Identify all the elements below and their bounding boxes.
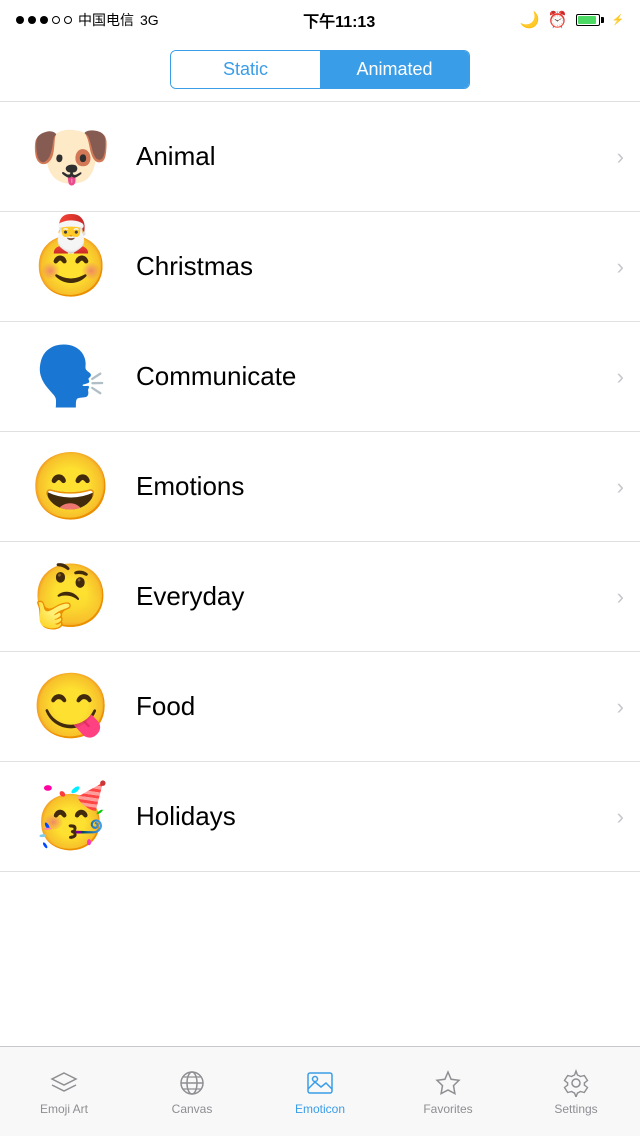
status-left: 中国电信 3G xyxy=(16,10,159,30)
image-icon xyxy=(305,1068,335,1098)
tab-settings-label: Settings xyxy=(554,1102,597,1116)
tab-settings[interactable]: Settings xyxy=(512,1047,640,1136)
tab-emoji-art-label: Emoji Art xyxy=(40,1102,88,1116)
chevron-icon: › xyxy=(617,474,624,500)
list-item[interactable]: 😄 Emotions › xyxy=(0,432,640,542)
network-text: 3G xyxy=(140,12,159,28)
dot-1 xyxy=(16,16,24,24)
animal-label: Animal xyxy=(126,141,609,172)
dot-2 xyxy=(28,16,36,24)
segmented-control-wrapper: Static Animated xyxy=(0,40,640,102)
list-item[interactable]: 🐶 Animal › xyxy=(0,102,640,212)
chevron-icon: › xyxy=(617,254,624,280)
battery-icon xyxy=(576,14,604,26)
holidays-icon: 🥳 xyxy=(16,772,126,862)
status-time: 下午11:13 xyxy=(303,8,375,32)
dot-4 xyxy=(52,16,60,24)
animal-icon: 🐶 xyxy=(16,112,126,202)
static-tab[interactable]: Static xyxy=(171,51,320,88)
dot-5 xyxy=(64,16,72,24)
globe-icon xyxy=(177,1068,207,1098)
animated-tab[interactable]: Animated xyxy=(320,51,469,88)
list-item[interactable]: 😋 Food › xyxy=(0,652,640,762)
emotions-icon: 😄 xyxy=(16,442,126,532)
christmas-label: Christmas xyxy=(126,251,609,282)
status-bar: 中国电信 3G 下午11:13 🌙 ⏰ ⚡ xyxy=(0,0,640,40)
communicate-label: Communicate xyxy=(126,361,609,392)
chevron-icon: › xyxy=(617,694,624,720)
gear-icon xyxy=(561,1068,591,1098)
moon-icon: 🌙 xyxy=(520,10,540,30)
segmented-control: Static Animated xyxy=(170,50,470,89)
star-icon xyxy=(433,1068,463,1098)
list-item[interactable]: 🗣️ Communicate › xyxy=(0,322,640,432)
category-list: 🐶 Animal › 😊 🎅 Christmas › 🗣️ Communicat… xyxy=(0,102,640,1046)
holidays-label: Holidays xyxy=(126,801,609,832)
communicate-icon: 🗣️ xyxy=(16,332,126,422)
list-item[interactable]: 😊 🎅 Christmas › xyxy=(0,212,640,322)
chevron-icon: › xyxy=(617,364,624,390)
tab-favorites-label: Favorites xyxy=(423,1102,472,1116)
everyday-icon: 🤔 xyxy=(16,552,126,642)
emotions-label: Emotions xyxy=(126,471,609,502)
status-right: 🌙 ⏰ ⚡ xyxy=(520,10,624,30)
lightning-icon: ⚡ xyxy=(612,15,624,26)
food-label: Food xyxy=(126,691,609,722)
chevron-icon: › xyxy=(617,144,624,170)
tab-emoticon[interactable]: Emoticon xyxy=(256,1047,384,1136)
tab-favorites[interactable]: Favorites xyxy=(384,1047,512,1136)
tab-canvas[interactable]: Canvas xyxy=(128,1047,256,1136)
layers-icon xyxy=(49,1068,79,1098)
signal-dots xyxy=(16,16,72,24)
christmas-icon: 😊 🎅 xyxy=(16,222,126,312)
chevron-icon: › xyxy=(617,584,624,610)
tab-emoji-art[interactable]: Emoji Art xyxy=(0,1047,128,1136)
list-item[interactable]: 🤔 Everyday › xyxy=(0,542,640,652)
tab-canvas-label: Canvas xyxy=(172,1102,213,1116)
tab-bar: Emoji Art Canvas Emoticon xyxy=(0,1046,640,1136)
carrier-text: 中国电信 xyxy=(78,10,134,30)
chevron-icon: › xyxy=(617,804,624,830)
list-item[interactable]: 🥳 Holidays › xyxy=(0,762,640,872)
everyday-label: Everyday xyxy=(126,581,609,612)
alarm-icon: ⏰ xyxy=(548,10,568,30)
food-icon: 😋 xyxy=(16,662,126,752)
tab-emoticon-label: Emoticon xyxy=(295,1102,345,1116)
dot-3 xyxy=(40,16,48,24)
